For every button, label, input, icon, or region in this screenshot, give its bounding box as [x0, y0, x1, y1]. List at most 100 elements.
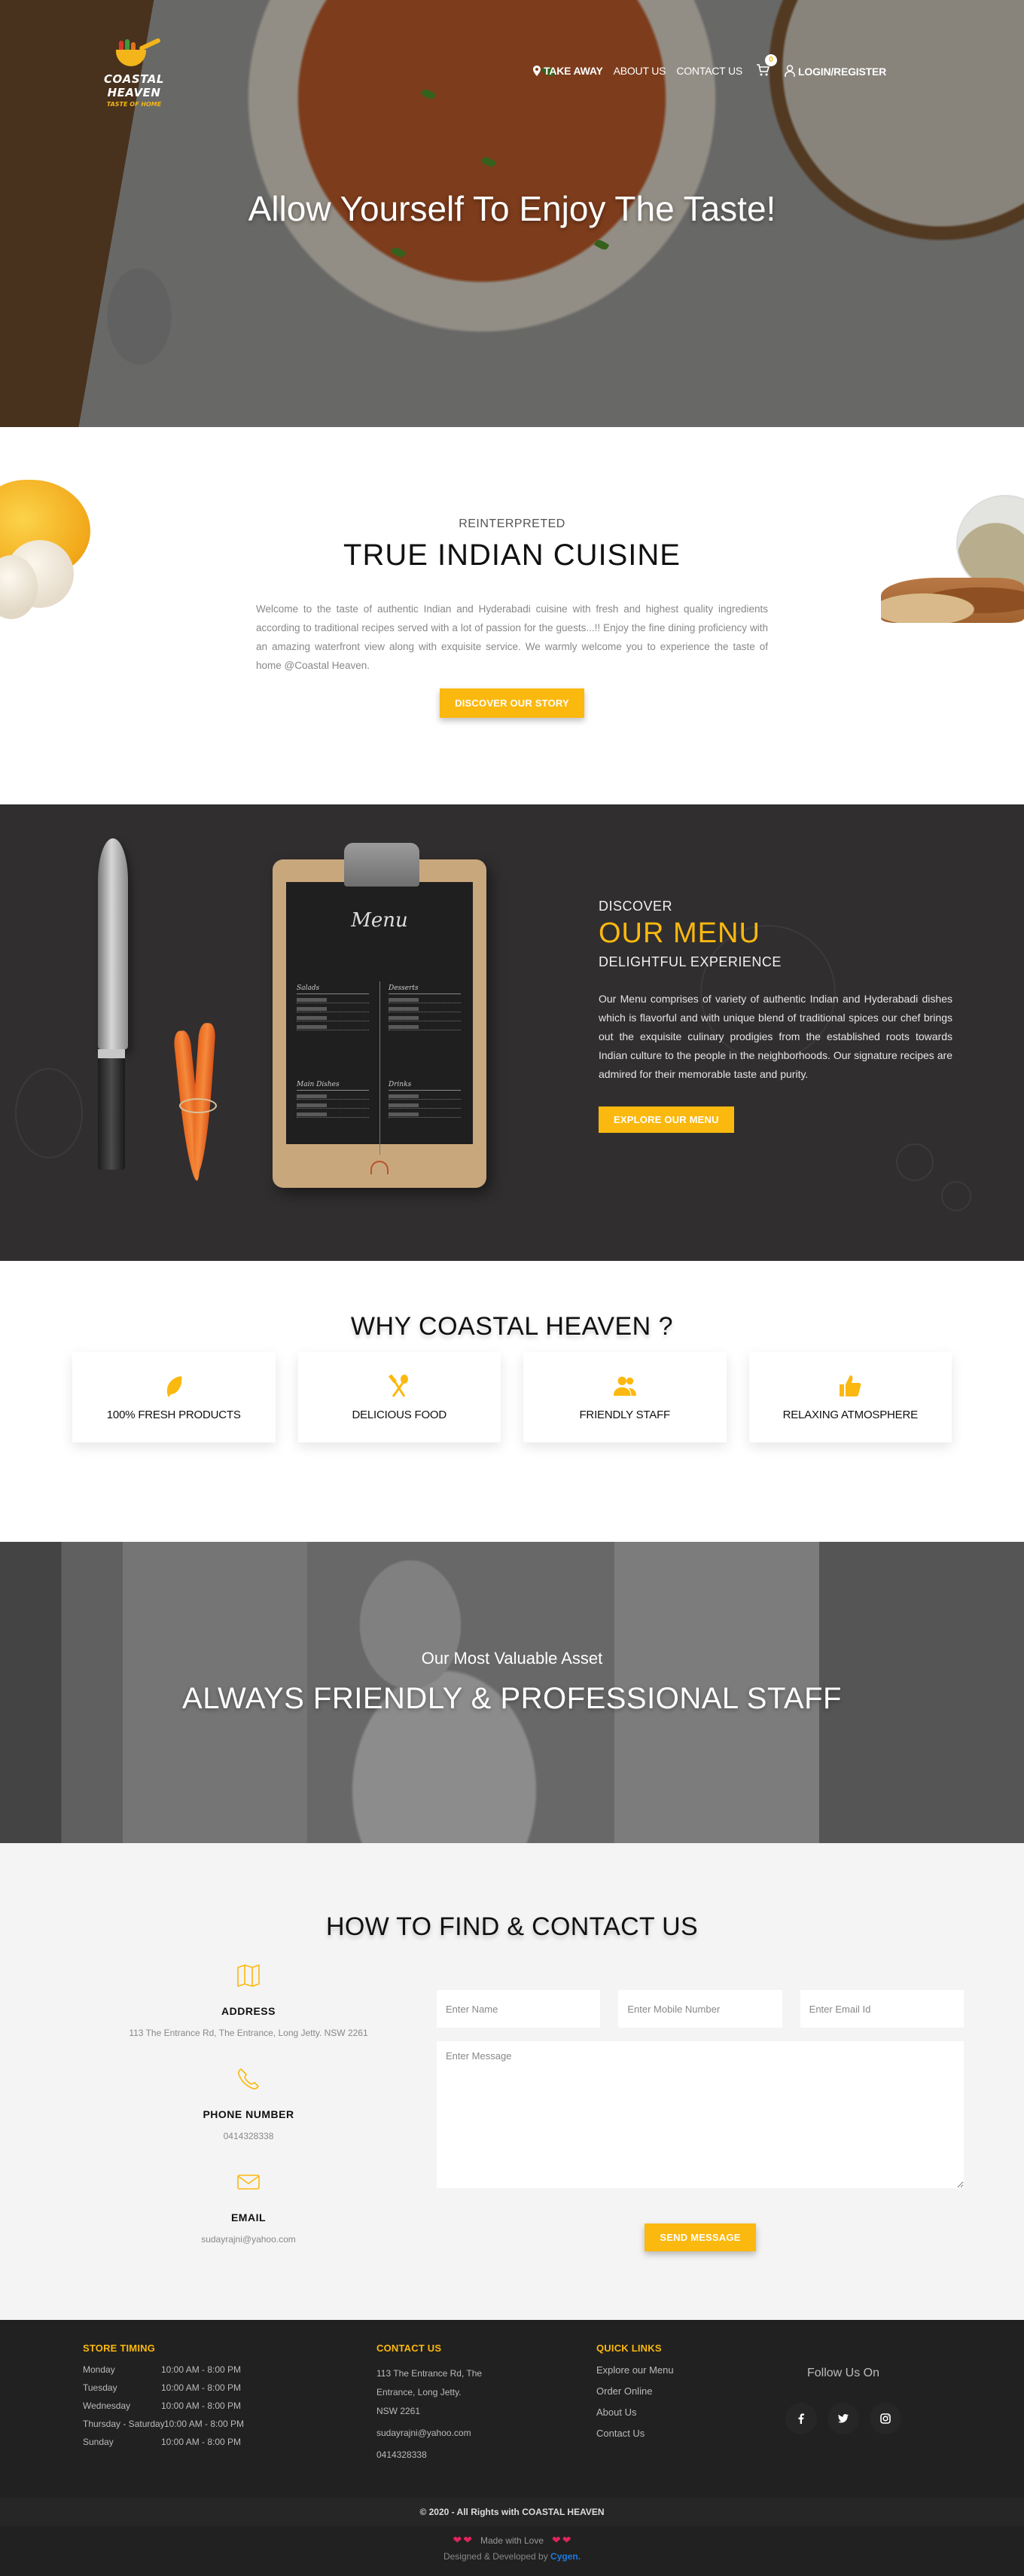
heart-icon: ❤ — [562, 2534, 571, 2546]
timing-hours: 10:00 AM - 8:00 PM — [161, 2364, 242, 2375]
nav-contact-us[interactable]: CONTACT US — [676, 65, 742, 77]
email-label: EMAIL — [230, 2211, 267, 2223]
contact-form: SEND MESSAGE — [437, 1990, 964, 2251]
contact-title: HOW TO FIND & CONTACT US — [326, 1912, 698, 1941]
main-nav: TAKE AWAY ABOUT US CONTACT US 0 LOGIN/RE… — [533, 54, 886, 78]
address-block: ADDRESS 113 The Entrance Rd, The Entranc… — [83, 1964, 414, 2038]
cart-button[interactable]: 0 — [756, 54, 778, 78]
nav-about-us[interactable]: ABOUT US — [614, 65, 666, 77]
timing-row: Wednesday 10:00 AM - 8:00 PM — [83, 2401, 244, 2411]
contact-info: ADDRESS 113 The Entrance Rd, The Entranc… — [83, 1964, 414, 2273]
brand-tagline: TASTE OF HOME — [106, 101, 162, 108]
herb-decoration — [593, 238, 610, 252]
feature-label: DELICIOUS FOOD — [352, 1408, 447, 1421]
timing-hours: 10:00 AM - 8:00 PM — [161, 2382, 242, 2393]
footer-email: sudayrajni@yahoo.com — [376, 2428, 471, 2438]
why-title: WHY COASTAL HEAVEN ? — [350, 1312, 674, 1341]
menu-board: Menu Salads Desserts Main Dishes Drinks — [286, 882, 473, 1155]
pan-logo-icon — [111, 37, 161, 69]
footer-phone: 0414328338 — [376, 2449, 427, 2460]
email-block: EMAIL sudayrajni@yahoo.com — [83, 2170, 414, 2245]
board-section-title: Drinks — [389, 1081, 461, 1091]
instagram-button[interactable] — [870, 2403, 901, 2434]
feature-card: FRIENDLY STAFF — [523, 1352, 727, 1442]
timing-row: Thursday - Saturday 10:00 AM - 8:00 PM — [83, 2419, 244, 2429]
board-section: Drinks — [389, 1081, 461, 1125]
phone-label: PHONE NUMBER — [203, 2108, 294, 2120]
menu-subtitle: DELIGHTFUL EXPERIENCE — [599, 954, 782, 969]
timing-row: Monday 10:00 AM - 8:00 PM — [83, 2364, 244, 2375]
intro-section: REINTERPRETED TRUE INDIAN CUISINE Welcom… — [0, 427, 1024, 804]
timing-day: Tuesday — [83, 2382, 117, 2393]
heart-icon: ❤ — [453, 2534, 462, 2546]
explore-our-menu-button[interactable]: EXPLORE OUR MENU — [599, 1106, 734, 1133]
store-timing: STORE TIMING Monday 10:00 AM - 8:00 PM Tu… — [83, 2343, 244, 2455]
board-section: Main Dishes — [297, 1081, 369, 1125]
footer-link-about-us[interactable]: About Us — [596, 2407, 674, 2418]
menu-title: OUR MENU — [599, 917, 760, 949]
developer-link[interactable]: Cygen. — [550, 2551, 581, 2562]
twitter-button[interactable] — [827, 2403, 859, 2434]
email-value: sudayrajni@yahoo.com — [201, 2234, 296, 2245]
quick-links-heading: QUICK LINKS — [596, 2343, 662, 2354]
heart-icon: ❤ — [463, 2534, 472, 2546]
send-message-button[interactable]: SEND MESSAGE — [645, 2223, 756, 2251]
staff-banner: Our Most Valuable Asset ALWAYS FRIENDLY … — [0, 1542, 1024, 1843]
menu-clipboard-image: Menu Salads Desserts Main Dishes Drinks — [273, 843, 486, 1188]
sketch-decoration — [896, 1143, 934, 1181]
footer-link-order-online[interactable]: Order Online — [596, 2385, 674, 2397]
menu-description: Our Menu comprises of variety of authent… — [599, 993, 952, 1080]
facebook-button[interactable] — [785, 2403, 817, 2434]
feature-card: RELAXING ATMOSPHERE — [748, 1352, 952, 1442]
footer-address-line: Entrance, Long Jetty. — [376, 2387, 462, 2397]
nav-take-away[interactable]: TAKE AWAY — [533, 65, 603, 77]
brand-logo[interactable]: COASTAL HEAVEN TASTE OF HOME — [81, 37, 187, 108]
cloche-icon — [370, 1161, 389, 1174]
menu-text-block: DISCOVER OUR MENU DELIGHTFUL EXPERIENCE … — [599, 899, 952, 1133]
thumbs-up-icon — [838, 1374, 862, 1398]
heart-icon: ❤ — [552, 2534, 561, 2546]
feature-label: RELAXING ATMOSPHERE — [782, 1408, 919, 1421]
sketch-decoration — [941, 1181, 971, 1211]
board-section-title: Main Dishes — [297, 1081, 369, 1091]
footer: STORE TIMING Monday 10:00 AM - 8:00 PM Tu… — [0, 2320, 1024, 2498]
footer-link-explore-menu[interactable]: Explore our Menu — [596, 2364, 674, 2376]
discover-our-story-button[interactable]: DISCOVER OUR STORY — [440, 688, 584, 718]
designed-by: Designed & Developed by Cygen. — [0, 2551, 1024, 2562]
menu-eyebrow: DISCOVER — [599, 899, 673, 914]
store-timing-heading: STORE TIMING — [83, 2343, 156, 2354]
brand-name: COASTAL HEAVEN — [104, 72, 164, 99]
nav-label: TAKE AWAY — [544, 65, 603, 77]
mobile-input[interactable] — [618, 1990, 782, 2028]
phone-icon — [238, 2068, 259, 2089]
footer-contact-heading: CONTACT US — [376, 2343, 442, 2354]
follow-us-title: Follow Us On — [806, 2367, 880, 2379]
timing-hours: 10:00 AM - 8:00 PM — [164, 2419, 245, 2429]
users-icon — [613, 1374, 637, 1398]
leaf-icon — [162, 1374, 186, 1398]
made-with-love: ❤ ❤ Made with Love ❤ ❤ — [0, 2534, 1024, 2547]
intro-eyebrow: REINTERPRETED — [459, 517, 565, 530]
footer-address-line: NSW 2261 — [376, 2406, 421, 2416]
feature-card: 100% FRESH PRODUCTS — [72, 1352, 276, 1442]
timing-day: Thursday - Saturday — [83, 2419, 165, 2429]
facebook-icon — [798, 2413, 804, 2424]
menu-section: Menu Salads Desserts Main Dishes Drinks … — [0, 804, 1024, 1261]
board-title: Menu — [351, 909, 408, 932]
utensils-icon — [387, 1373, 411, 1398]
phone-value: 0414328338 — [223, 2131, 274, 2141]
designed-by-text: Designed & Developed by — [443, 2551, 548, 2562]
footer-link-contact-us[interactable]: Contact Us — [596, 2428, 674, 2439]
footer-contact: CONTACT US 113 The Entrance Rd, The Entr… — [376, 2343, 512, 2465]
herb-decoration — [480, 155, 497, 169]
login-register-link[interactable]: LOGIN/REGISTER — [785, 64, 886, 78]
email-input[interactable] — [800, 1990, 964, 2028]
staff-content: Our Most Valuable Asset ALWAYS FRIENDLY … — [0, 1649, 1024, 1716]
map-icon — [237, 1964, 260, 1987]
made-with-text: Made with Love — [480, 2535, 544, 2546]
bottom-bar: © 2020 - All Rights with COASTAL HEAVEN … — [0, 2498, 1024, 2576]
message-textarea[interactable] — [437, 2041, 964, 2188]
footer-address-line: 113 The Entrance Rd, The — [376, 2368, 483, 2379]
name-input[interactable] — [437, 1990, 601, 2028]
phone-block: PHONE NUMBER 0414328338 — [83, 2067, 414, 2141]
